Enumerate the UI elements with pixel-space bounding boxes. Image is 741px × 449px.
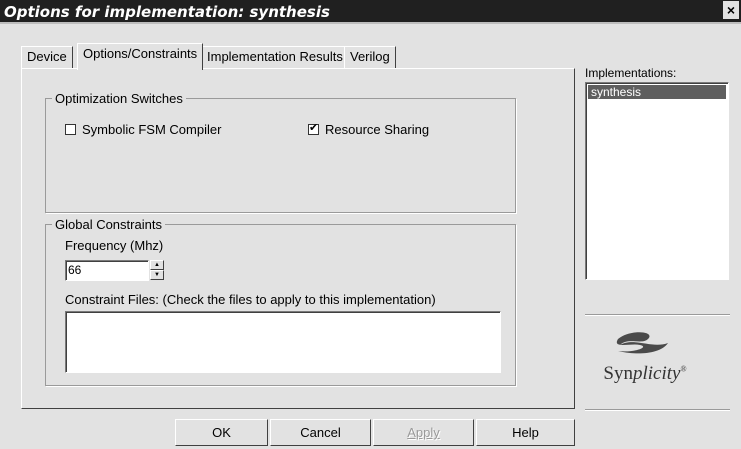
constraint-files-label: Constraint Files: (Check the files to ap… [65,292,436,307]
optimization-switches-label: Optimization Switches [52,91,186,106]
resource-sharing-checkbox-row[interactable]: Resource Sharing [308,121,430,137]
synplicity-swoosh-icon [616,332,668,354]
spin-up-icon[interactable]: ▲ [150,260,164,270]
cancel-button-label: Cancel [300,425,341,440]
symbolic-fsm-checkbox-row[interactable]: Symbolic FSM Compiler [65,122,221,137]
tab-options-constraints-label: Options/Constraints [83,46,198,61]
ok-button[interactable]: OK [175,419,268,446]
tab-options-constraints[interactable]: Options/Constraints [77,43,204,70]
resource-sharing-label: Resource Sharing [325,122,430,137]
cancel-button[interactable]: Cancel [270,419,371,446]
title-bar: Options for implementation: synthesis × [0,0,741,24]
logo-text-italic: plicity [633,363,681,384]
symbolic-fsm-checkbox[interactable] [65,124,76,135]
frequency-stepper: ▲ ▼ [150,260,164,280]
tab-verilog-label: Verilog [350,49,390,64]
tab-device-label: Device [27,49,67,64]
options-constraints-panel: Optimization Switches Symbolic FSM Compi… [21,68,575,409]
synplicity-logo-text: Synplicity® [590,363,700,385]
implementations-list[interactable]: synthesis [585,82,729,280]
logo-text-prefix: Syn [603,363,633,384]
logo-separator-bottom [585,409,730,411]
window-title: Options for implementation: synthesis [4,3,330,21]
optimization-switches-group: Optimization Switches Symbolic FSM Compi… [45,91,516,213]
global-constraints-label: Global Constraints [52,217,165,232]
apply-button[interactable]: Apply [373,419,474,446]
logo-registered-mark: ® [680,364,687,374]
synplicity-logo: Synplicity® [590,325,710,395]
frequency-input[interactable]: 66 [65,260,149,281]
tab-implementation-results-label: Implementation Results [207,49,343,64]
tab-implementation-results[interactable]: Implementation Results [201,46,349,68]
global-constraints-group: Global Constraints Frequency (Mhz) 66 ▲ … [45,217,516,386]
help-button[interactable]: Help [476,419,575,446]
frequency-label: Frequency (Mhz) [65,238,164,253]
tab-device[interactable]: Device [21,46,73,68]
implementation-item-synthesis[interactable]: synthesis [588,85,726,99]
close-icon[interactable]: × [723,1,739,19]
constraint-files-list[interactable] [65,311,501,373]
ok-button-label: OK [212,425,231,440]
spin-down-icon[interactable]: ▼ [150,270,164,280]
tab-verilog[interactable]: Verilog [344,46,396,68]
resource-sharing-checkbox[interactable] [308,121,319,135]
logo-separator-top [585,314,730,316]
apply-button-label: Apply [407,425,440,440]
help-button-label: Help [512,425,539,440]
symbolic-fsm-label: Symbolic FSM Compiler [82,122,222,137]
implementations-label: Implementations: [585,66,677,80]
